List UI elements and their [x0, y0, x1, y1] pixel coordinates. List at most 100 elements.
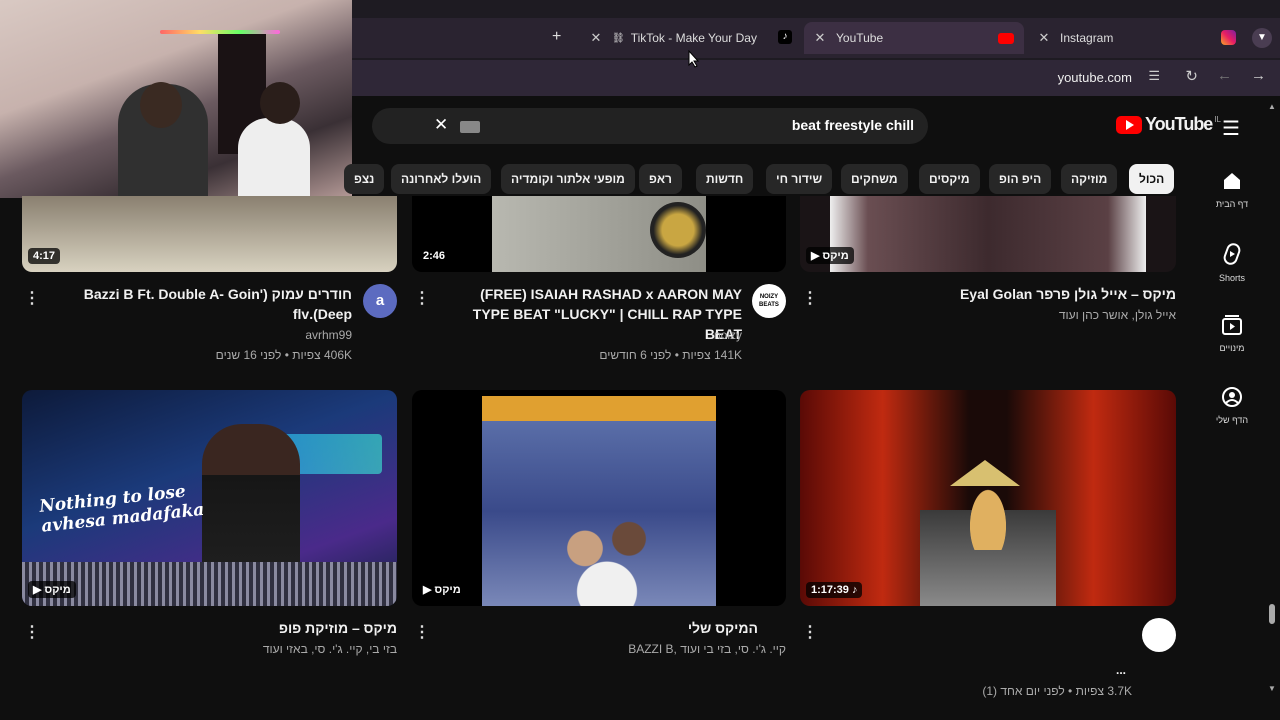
video-title[interactable]: מיקס – אייל גולן פרפר Eyal Golan — [830, 284, 1176, 304]
video-thumbnail[interactable]: 4:17 — [22, 196, 397, 272]
chip-improv-comedy[interactable]: מופעי אלתור וקומדיה — [501, 164, 635, 194]
search-input[interactable]: ✕ beat freestyle chill — [372, 108, 928, 144]
close-tab-icon[interactable]: ✕ — [588, 30, 604, 46]
mix-badge: ▶ מיקס — [418, 581, 466, 598]
tab-list-button[interactable]: ▼ — [1252, 28, 1272, 48]
scroll-down-arrow[interactable]: ▼ — [1268, 684, 1276, 693]
tiktok-icon: ♪ — [778, 30, 792, 44]
nav-you[interactable]: הדף שלי — [1204, 386, 1260, 425]
video-stats: 406K צפיות • לפני 16 שנים — [215, 348, 352, 362]
chip-live[interactable]: שידור חי — [766, 164, 833, 194]
youtube-tab-icon — [998, 33, 1014, 44]
person-right-head — [260, 82, 300, 124]
more-options-icon[interactable]: ⋮ — [24, 288, 40, 308]
more-options-icon[interactable]: ⋮ — [414, 622, 430, 642]
address-bar: youtube.com ☰ ↻ ← → — [352, 60, 1280, 96]
chip-mixes[interactable]: מיקסים — [919, 164, 980, 194]
scrollbar[interactable]: ▲ ▼ — [1266, 100, 1278, 696]
nav-label: מינויים — [1219, 343, 1245, 353]
filter-chips: הכול מוזיקה היפ הופ מיקסים משחקים שידור … — [344, 160, 1182, 200]
people-in-bus — [552, 510, 662, 606]
nav-shorts[interactable]: Shorts — [1204, 242, 1260, 283]
chip-hiphop[interactable]: היפ הופ — [989, 164, 1052, 194]
video-title[interactable]: מיקס – מוזיקת פופ — [60, 618, 397, 638]
subscriptions-icon — [1222, 315, 1242, 335]
wheel-image — [650, 202, 706, 258]
duration-badge: 1:17:39 ♪ — [806, 582, 863, 598]
video-stats: 141K צפיות • לפני 6 חודשים — [599, 348, 742, 362]
account-icon — [1222, 387, 1242, 407]
close-tab-icon[interactable]: ✕ — [1036, 30, 1052, 46]
tab-youtube[interactable]: ✕ YouTube — [804, 22, 1024, 54]
home-icon — [1224, 173, 1240, 189]
thumbnail-overlay-text: Nothing to lose avhesa madafaka — [38, 479, 211, 537]
video-stats: 3.7K צפיות • לפני יום אחד (1) — [982, 684, 1132, 698]
keyboard-icon[interactable] — [460, 121, 480, 133]
url-text[interactable]: youtube.com — [1058, 70, 1132, 85]
mix-badge: ▶ מיקס — [28, 581, 76, 598]
channel-avatar[interactable]: a — [363, 284, 397, 318]
forward-icon[interactable]: → — [1251, 67, 1266, 84]
channel-name[interactable]: בזי בי, קיי. ג'י. סי, באזי ועוד — [60, 642, 397, 656]
person-right — [238, 118, 310, 198]
shorts-icon — [1223, 243, 1241, 265]
scroll-up-arrow[interactable]: ▲ — [1268, 102, 1276, 111]
nav-label: הדף שלי — [1215, 415, 1249, 425]
more-options-icon[interactable]: ⋮ — [802, 288, 818, 308]
search-query: beat freestyle chill — [791, 117, 914, 133]
youtube-logo-text: YouTube — [1145, 114, 1213, 134]
webcam-overlay — [0, 0, 352, 198]
tab-label: TikTok - Make Your Day — [630, 31, 757, 45]
chip-news[interactable]: חדשות — [696, 164, 754, 194]
chip-gaming[interactable]: משחקים — [841, 164, 908, 194]
duration-badge: 2:46 — [418, 248, 451, 264]
instagram-icon — [1221, 30, 1236, 45]
video-title[interactable]: חודרים עמוק (Bazzi B Ft. Double A- Goin'… — [60, 284, 352, 324]
mixing-console — [22, 562, 397, 606]
nav-label: דף הבית — [1215, 199, 1249, 209]
video-thumbnail[interactable]: ▶ מיקס — [800, 196, 1176, 272]
chip-recently-uploaded[interactable]: הועלו לאחרונה — [391, 164, 492, 194]
new-tab-button[interactable]: + — [552, 28, 561, 46]
scrollbar-thumb[interactable] — [1269, 604, 1275, 624]
tab-instagram[interactable]: ✕ Instagram — [1028, 22, 1244, 54]
tab-label: Instagram — [1060, 31, 1114, 45]
person-left-head — [140, 82, 182, 128]
channel-avatar-text: NOIZY BEATS — [759, 294, 779, 308]
video-thumbnail[interactable]: 2:46 — [412, 196, 786, 272]
reload-icon[interactable]: ↻ — [1185, 67, 1198, 85]
menu-icon[interactable]: ☰ — [1222, 116, 1240, 141]
channel-name[interactable]: קיי. ג'י. סי, בזי בי ועוד ,BAZZI B — [440, 642, 786, 656]
youtube-play-icon — [1116, 115, 1142, 134]
nav-label: Shorts — [1218, 273, 1245, 283]
video-thumbnail[interactable]: ▶ מיקס — [412, 390, 786, 606]
video-title[interactable]: המיקס שלי — [440, 618, 758, 638]
video-thumbnail[interactable]: Nothing to lose avhesa madafaka ▶ מיקס — [22, 390, 397, 606]
thumbnail-image — [830, 196, 1146, 272]
string-lights — [160, 30, 280, 34]
more-options-icon[interactable]: ⋮ — [802, 622, 818, 642]
site-settings-icon[interactable]: ☰ — [1148, 68, 1160, 84]
channel-avatar[interactable]: NOIZY BEATS — [752, 284, 786, 318]
channel-name[interactable]: avrhm99 — [60, 328, 352, 342]
chip-watched[interactable]: נצפ — [344, 164, 385, 194]
mix-badge: ▶ מיקס — [806, 247, 854, 264]
close-tab-icon[interactable]: ✕ — [812, 30, 828, 46]
nav-home[interactable]: דף הבית — [1204, 170, 1260, 209]
chip-rap[interactable]: ראפ — [639, 164, 682, 194]
tab-label: YouTube — [836, 31, 884, 45]
video-thumbnail[interactable]: 1:17:39 ♪ — [800, 390, 1176, 606]
back-icon[interactable]: ← — [1217, 67, 1232, 84]
chip-all[interactable]: הכול — [1129, 164, 1175, 194]
more-options-icon[interactable]: ⋮ — [414, 288, 430, 308]
chip-music[interactable]: מוזיקה — [1061, 164, 1118, 194]
more-options-icon[interactable]: ⋮ — [24, 622, 40, 642]
channel-name[interactable]: noizy — [440, 328, 742, 342]
youtube-logo[interactable]: YouTube IL — [1116, 114, 1221, 135]
video-title[interactable]: ... — [830, 660, 1126, 680]
nav-subscriptions[interactable]: מינויים — [1204, 314, 1260, 353]
channel-avatar[interactable] — [1142, 618, 1176, 652]
mouse-cursor — [688, 50, 700, 68]
channel-name[interactable]: אייל גולן, אושר כהן ועוד — [830, 308, 1176, 322]
clear-search-icon[interactable]: ✕ — [434, 115, 448, 135]
